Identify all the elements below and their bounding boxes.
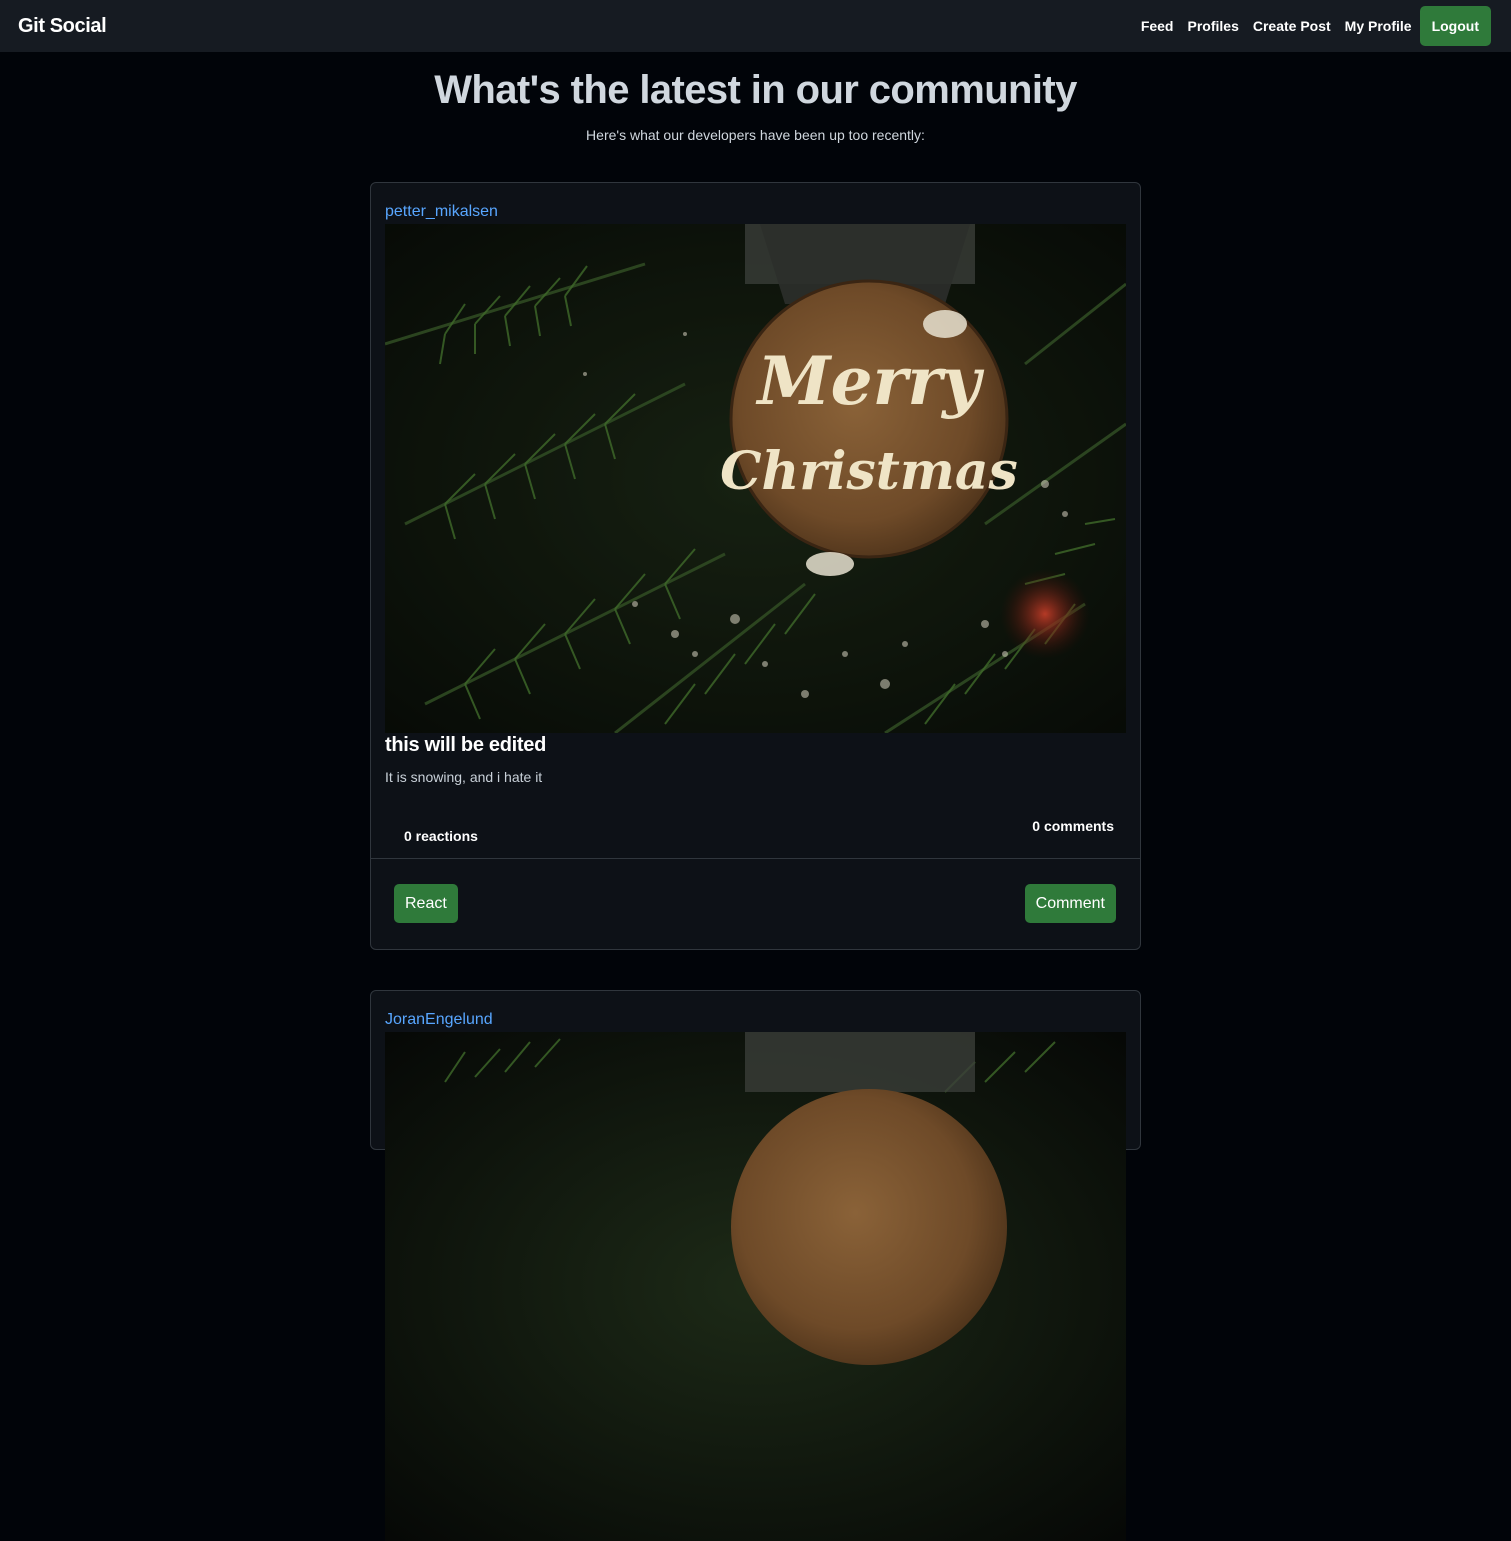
- post-image: Merry Christmas: [385, 224, 1126, 733]
- react-button[interactable]: React: [394, 884, 458, 923]
- page-subtitle: Here's what our developers have been up …: [586, 127, 925, 143]
- comment-button[interactable]: Comment: [1024, 884, 1116, 923]
- card-footer-divider: [371, 858, 1140, 859]
- nav-my-profile-link[interactable]: My Profile: [1345, 18, 1412, 34]
- navbar: Git Social Feed Profiles Create Post My …: [0, 0, 1511, 52]
- post-author-link[interactable]: petter_mikalsen: [385, 203, 498, 221]
- post-author-link[interactable]: JoranEngelund: [385, 1011, 493, 1029]
- reactions-count: 0 reactions: [404, 828, 478, 844]
- page-title: What's the latest in our community: [434, 68, 1077, 112]
- ornament-text-line-1: Merry: [756, 342, 986, 420]
- nav-links: Feed Profiles Create Post My Profile Log…: [1127, 6, 1491, 46]
- nav-profiles-link[interactable]: Profiles: [1188, 18, 1239, 34]
- christmas-ornament-image: Merry Christmas: [385, 224, 1126, 733]
- post-body: It is snowing, and i hate it: [385, 769, 543, 785]
- logout-button[interactable]: Logout: [1419, 6, 1491, 46]
- post-image: [385, 1032, 1126, 1541]
- comments-count: 0 comments: [1032, 818, 1114, 834]
- post-card: petter_mikalsen Merry Christmas this wil…: [370, 182, 1141, 950]
- post-title: this will be edited: [385, 734, 546, 756]
- post-card: JoranEngelund: [370, 990, 1141, 1541]
- christmas-ornament-image: [385, 1032, 1126, 1541]
- brand-link[interactable]: Git Social: [18, 15, 107, 38]
- ornament-text-line-2: Christmas: [720, 441, 1018, 502]
- nav-create-post-link[interactable]: Create Post: [1253, 18, 1331, 34]
- nav-feed-link[interactable]: Feed: [1141, 18, 1174, 34]
